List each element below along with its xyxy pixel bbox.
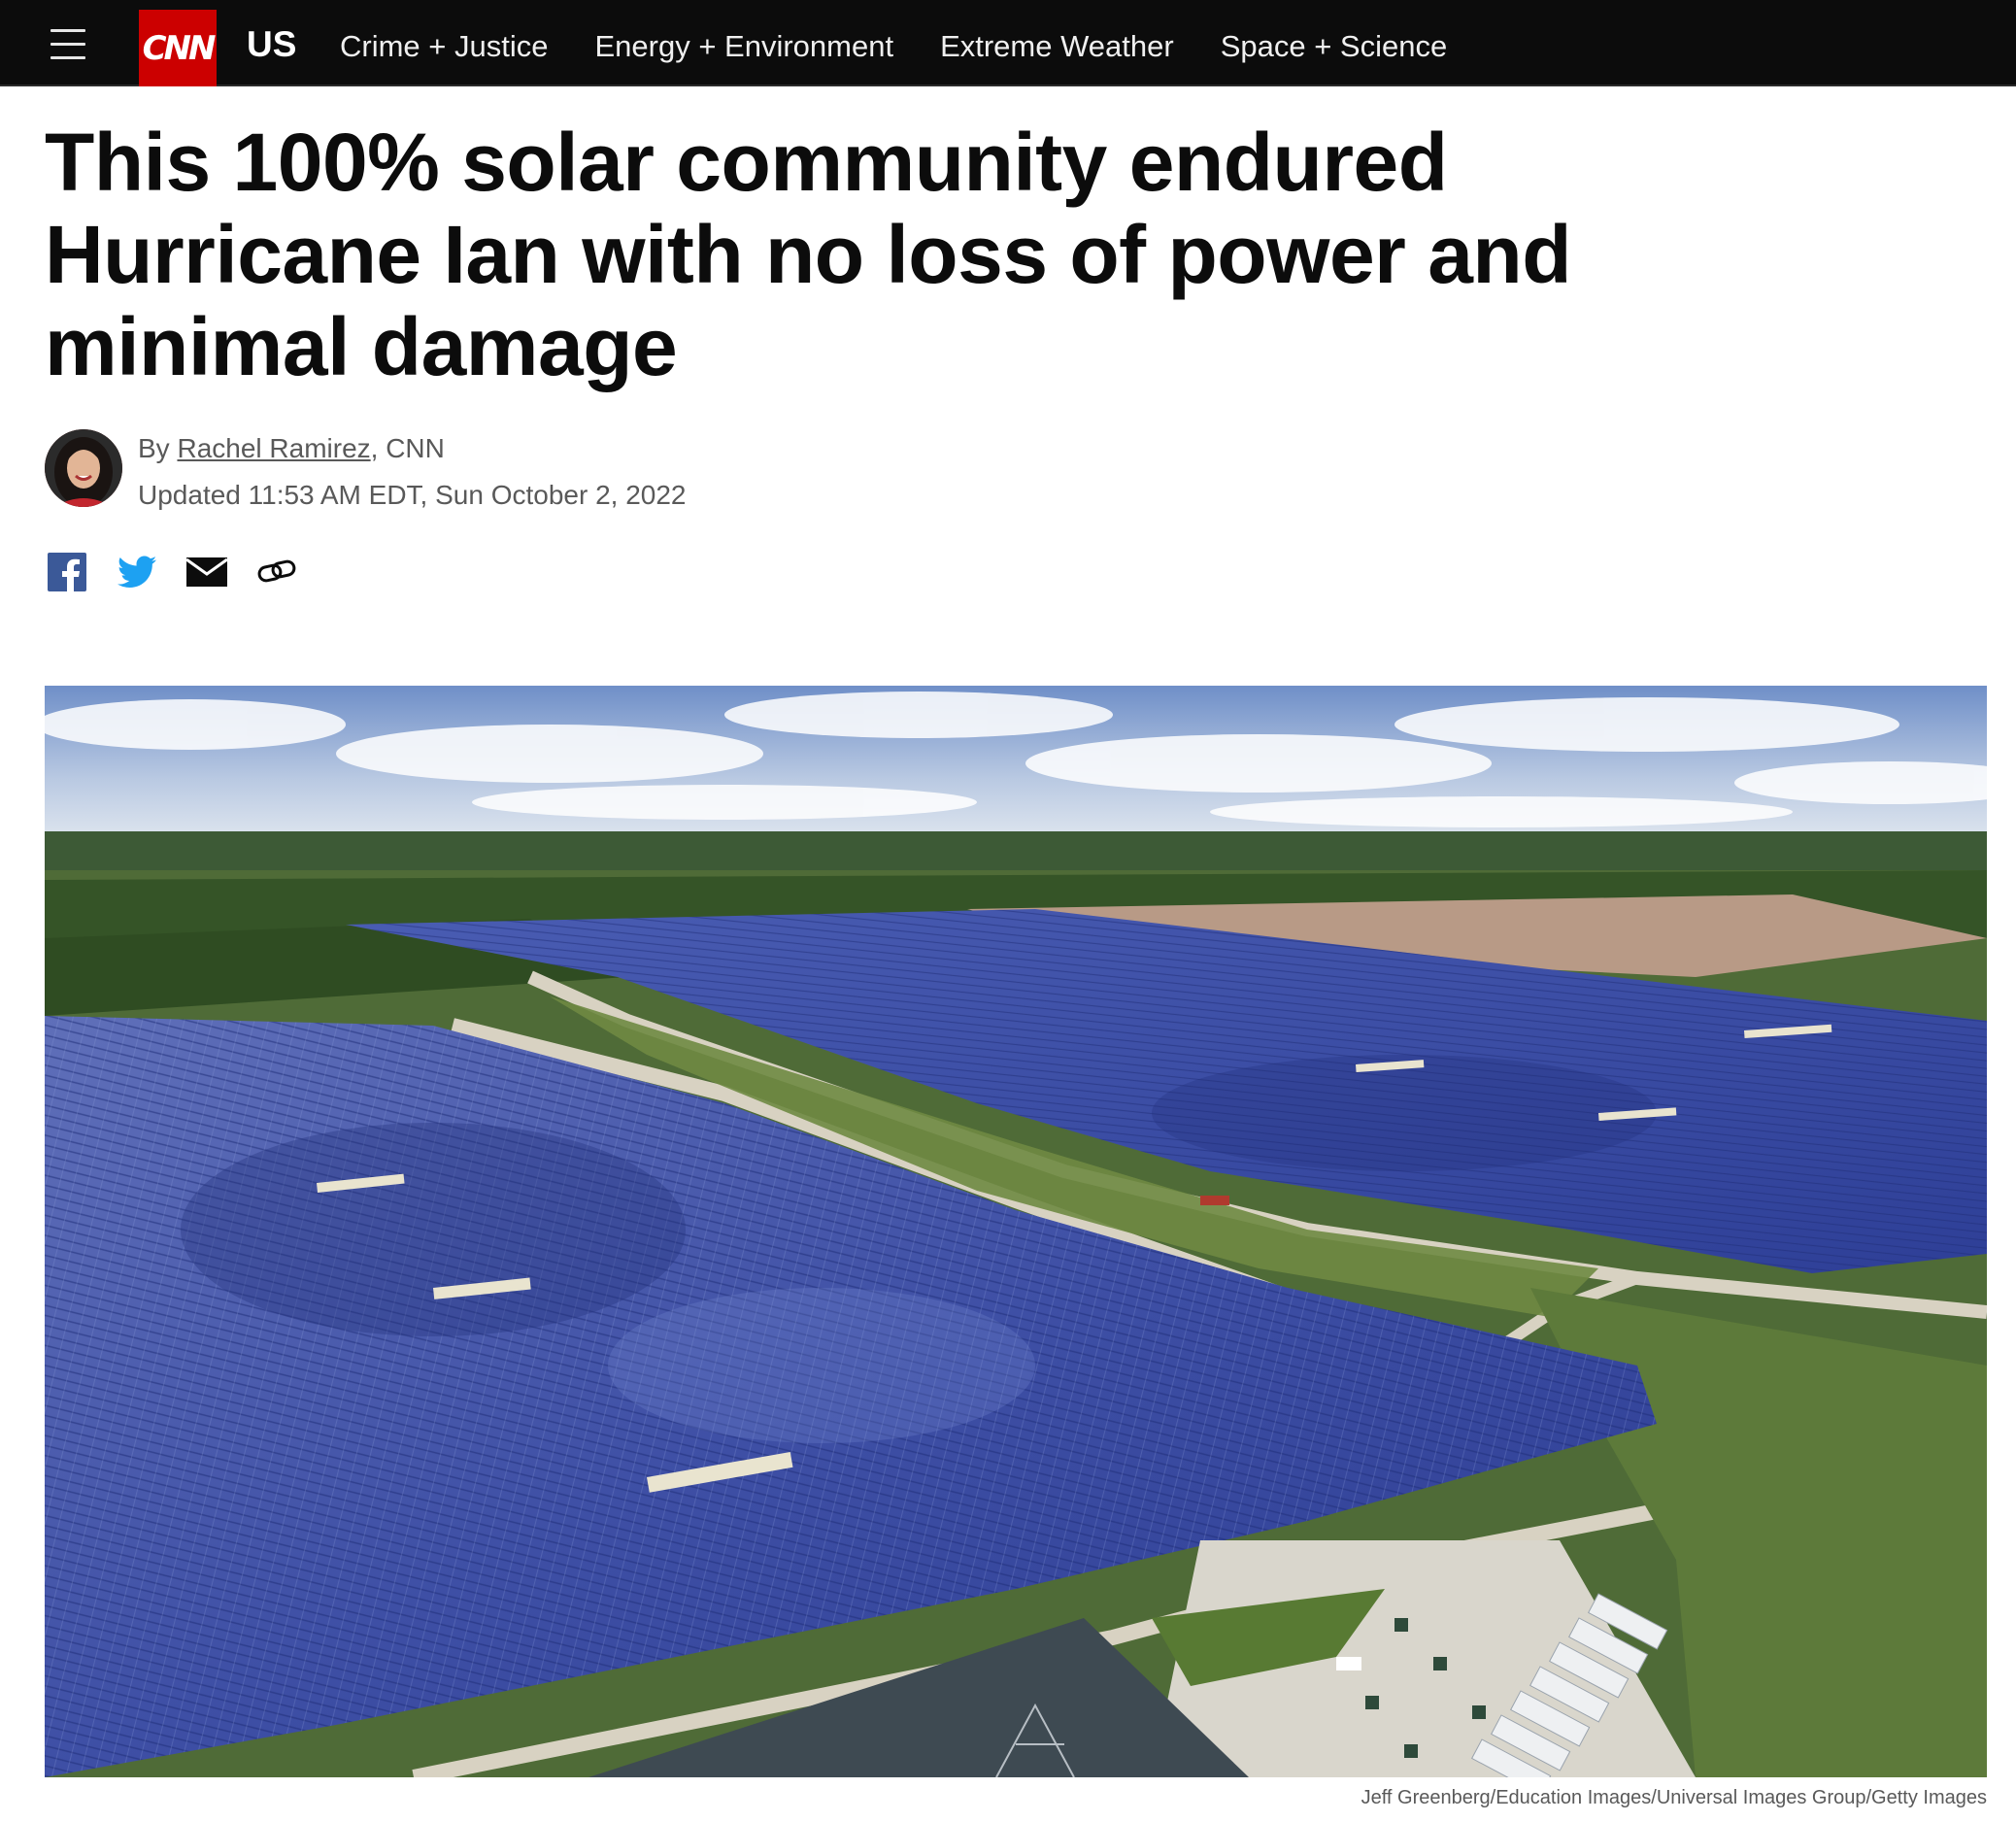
byline-prefix: By xyxy=(138,433,178,463)
logo-text: CNN xyxy=(142,28,217,68)
menu-icon[interactable] xyxy=(50,29,87,60)
email-icon[interactable] xyxy=(186,552,227,592)
author-link[interactable]: Rachel Ramirez xyxy=(177,433,370,463)
nav-link-space-science[interactable]: Space + Science xyxy=(1221,27,1448,66)
top-nav-bar: CNN US Crime + Justice Energy + Environm… xyxy=(0,0,2016,86)
twitter-icon[interactable] xyxy=(117,552,157,592)
nav-link-crime-justice[interactable]: Crime + Justice xyxy=(340,27,548,66)
cnn-logo[interactable]: CNN xyxy=(139,10,217,86)
facebook-icon[interactable] xyxy=(47,552,87,592)
hero-image-solar-farm[interactable] xyxy=(45,686,1987,1777)
nav-link-energy-environment[interactable]: Energy + Environment xyxy=(594,27,893,66)
section-title[interactable]: US xyxy=(247,25,296,64)
link-icon[interactable] xyxy=(256,552,297,592)
byline: By Rachel Ramirez, CNN xyxy=(138,431,445,466)
share-bar xyxy=(47,552,297,592)
image-credit: Jeff Greenberg/Education Images/Universa… xyxy=(1361,1787,1987,1808)
byline-suffix: , CNN xyxy=(370,433,445,463)
section-nav: Crime + Justice Energy + Environment Ext… xyxy=(340,27,1447,66)
author-avatar[interactable] xyxy=(45,429,122,507)
nav-link-extreme-weather[interactable]: Extreme Weather xyxy=(940,27,1174,66)
article-headline: This 100% solar community endured Hurric… xyxy=(45,117,1572,392)
updated-timestamp: Updated 11:53 AM EDT, Sun October 2, 202… xyxy=(138,480,687,510)
